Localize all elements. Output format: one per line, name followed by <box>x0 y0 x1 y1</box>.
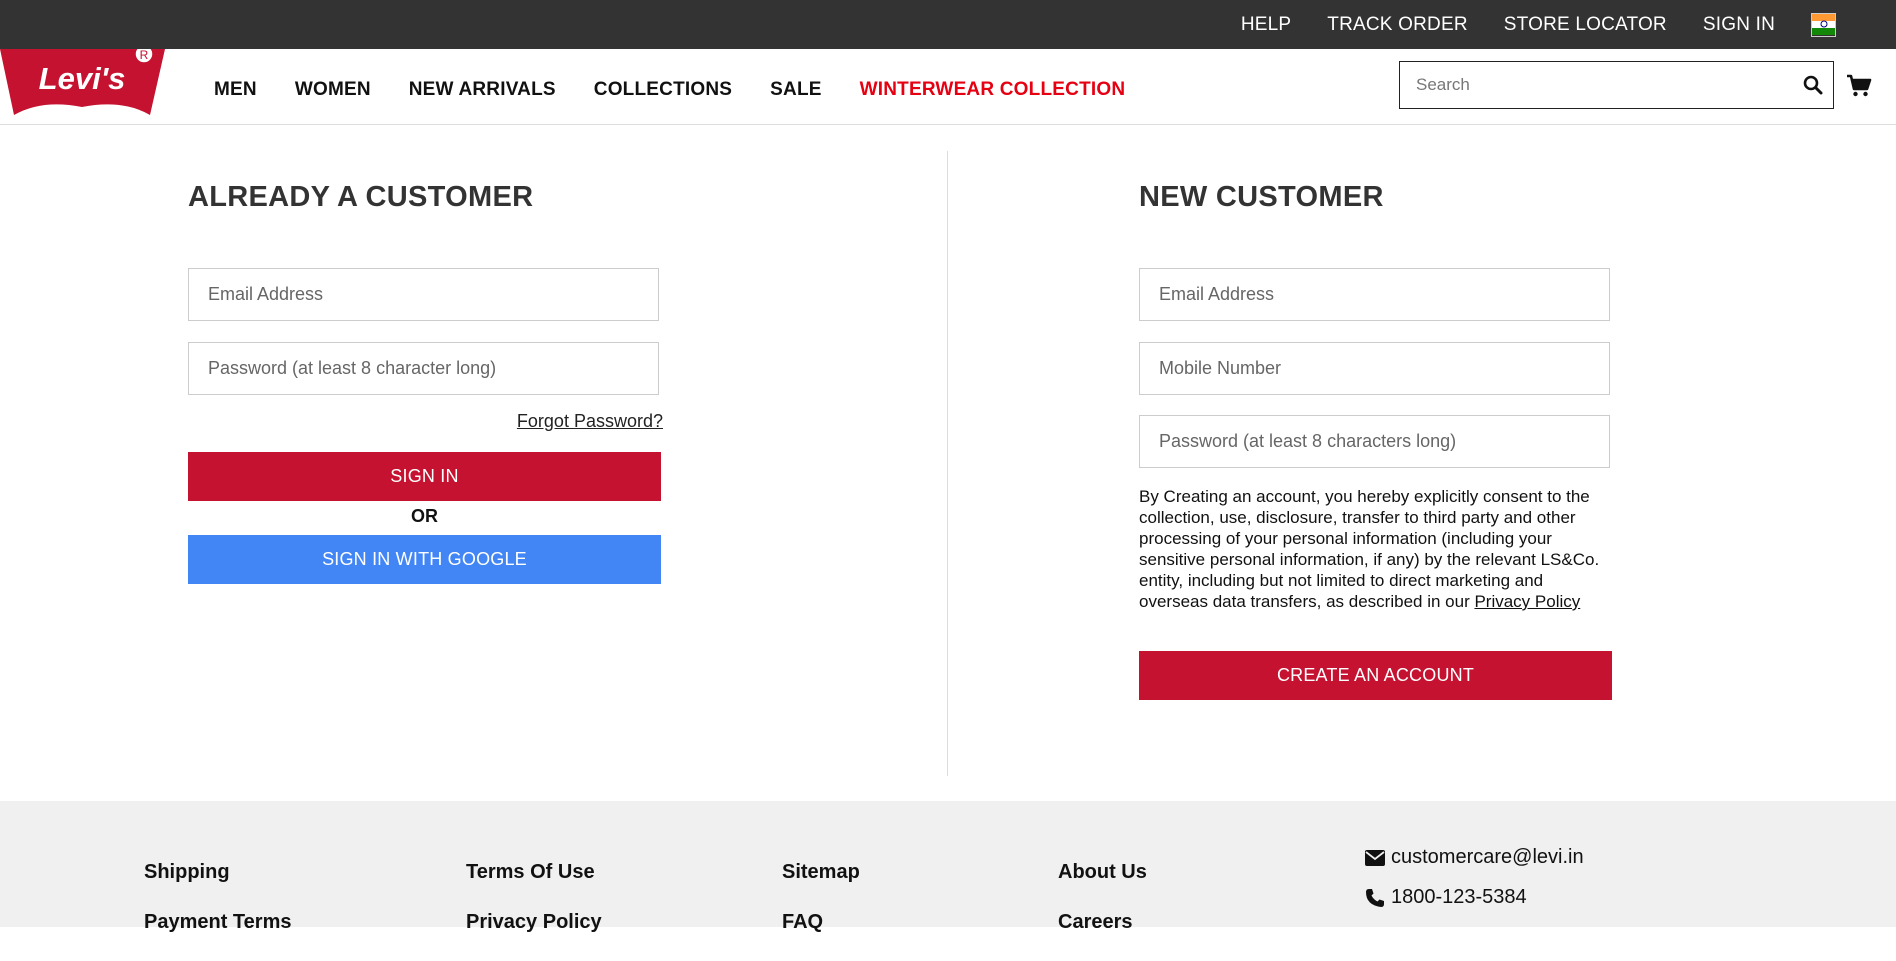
footer-payment-terms-link[interactable]: Payment Terms <box>144 911 291 934</box>
footer-terms-link[interactable]: Terms Of Use <box>466 861 602 884</box>
footer-faq-link[interactable]: FAQ <box>782 911 860 934</box>
india-flag-icon[interactable] <box>1811 12 1836 37</box>
top-utility-bar: HELP TRACK ORDER STORE LOCATOR SIGN IN <box>0 0 1896 49</box>
footer-col-2: Terms Of Use Privacy Policy <box>466 861 602 961</box>
create-account-button[interactable]: CREATE AN ACCOUNT <box>1139 651 1612 700</box>
register-email-input[interactable] <box>1140 269 1609 320</box>
register-email-field <box>1139 268 1610 321</box>
contact-email[interactable]: customercare@levi.in <box>1391 846 1584 869</box>
footer-contact: customercare@levi.in 1800-123-5384 <box>1365 846 1584 926</box>
search-box <box>1399 61 1834 109</box>
main-nav: MEN WOMEN NEW ARRIVALS COLLECTIONS SALE … <box>214 79 1163 101</box>
new-customer-title: NEW CUSTOMER <box>1139 181 1384 213</box>
search-input[interactable] <box>1400 62 1793 108</box>
footer-col-3: Sitemap FAQ <box>782 861 860 961</box>
register-password-field <box>1139 415 1610 468</box>
footer: Shipping Payment Terms Terms Of Use Priv… <box>0 801 1896 933</box>
privacy-policy-link[interactable]: Privacy Policy <box>1474 592 1580 611</box>
cart-icon[interactable] <box>1846 73 1872 99</box>
help-link[interactable]: HELP <box>1241 14 1291 36</box>
store-locator-link[interactable]: STORE LOCATOR <box>1504 14 1667 36</box>
nav-women[interactable]: WOMEN <box>295 79 371 101</box>
envelope-icon <box>1365 849 1385 866</box>
contact-email-row: customercare@levi.in <box>1365 846 1584 869</box>
signin-email-input[interactable] <box>189 269 658 320</box>
svg-text:Levi's: Levi's <box>39 61 126 96</box>
consent-text: By Creating an account, you hereby expli… <box>1139 486 1614 612</box>
nav-winterwear-collection[interactable]: WINTERWEAR COLLECTION <box>860 79 1126 101</box>
already-customer-title: ALREADY A CUSTOMER <box>188 181 534 213</box>
track-order-link[interactable]: TRACK ORDER <box>1327 14 1468 36</box>
sign-in-button[interactable]: SIGN IN <box>188 452 661 501</box>
register-mobile-field <box>1139 342 1610 395</box>
footer-about-link[interactable]: About Us <box>1058 861 1147 884</box>
register-password-input[interactable] <box>1140 416 1609 467</box>
section-divider <box>947 151 948 776</box>
register-mobile-input[interactable] <box>1140 343 1609 394</box>
footer-col-4: About Us Careers <box>1058 861 1147 961</box>
footer-shipping-link[interactable]: Shipping <box>144 861 291 884</box>
nav-men[interactable]: MEN <box>214 79 257 101</box>
levis-logo[interactable]: Levi's R <box>0 49 165 117</box>
footer-privacy-link[interactable]: Privacy Policy <box>466 911 602 934</box>
contact-phone[interactable]: 1800-123-5384 <box>1391 886 1527 909</box>
nav-collections[interactable]: COLLECTIONS <box>594 79 732 101</box>
nav-sale[interactable]: SALE <box>770 79 821 101</box>
account-page: ALREADY A CUSTOMER Forgot Password? SIGN… <box>0 126 1896 801</box>
signin-password-field <box>188 342 659 395</box>
search-icon[interactable] <box>1793 65 1833 105</box>
or-separator: OR <box>411 506 438 526</box>
nav-new-arrivals[interactable]: NEW ARRIVALS <box>409 79 556 101</box>
sign-in-link[interactable]: SIGN IN <box>1703 14 1775 36</box>
footer-col-1: Shipping Payment Terms <box>144 861 291 961</box>
svg-text:R: R <box>140 49 149 62</box>
contact-phone-row: 1800-123-5384 <box>1365 886 1584 909</box>
signin-email-field <box>188 268 659 321</box>
forgot-password-link[interactable]: Forgot Password? <box>517 411 663 432</box>
phone-icon <box>1366 888 1384 907</box>
footer-sitemap-link[interactable]: Sitemap <box>782 861 860 884</box>
footer-careers-link[interactable]: Careers <box>1058 911 1147 934</box>
main-header: Levi's R MEN WOMEN NEW ARRIVALS COLLECTI… <box>0 49 1896 125</box>
signin-password-input[interactable] <box>189 343 658 394</box>
sign-in-with-google-button[interactable]: SIGN IN WITH GOOGLE <box>188 535 661 584</box>
